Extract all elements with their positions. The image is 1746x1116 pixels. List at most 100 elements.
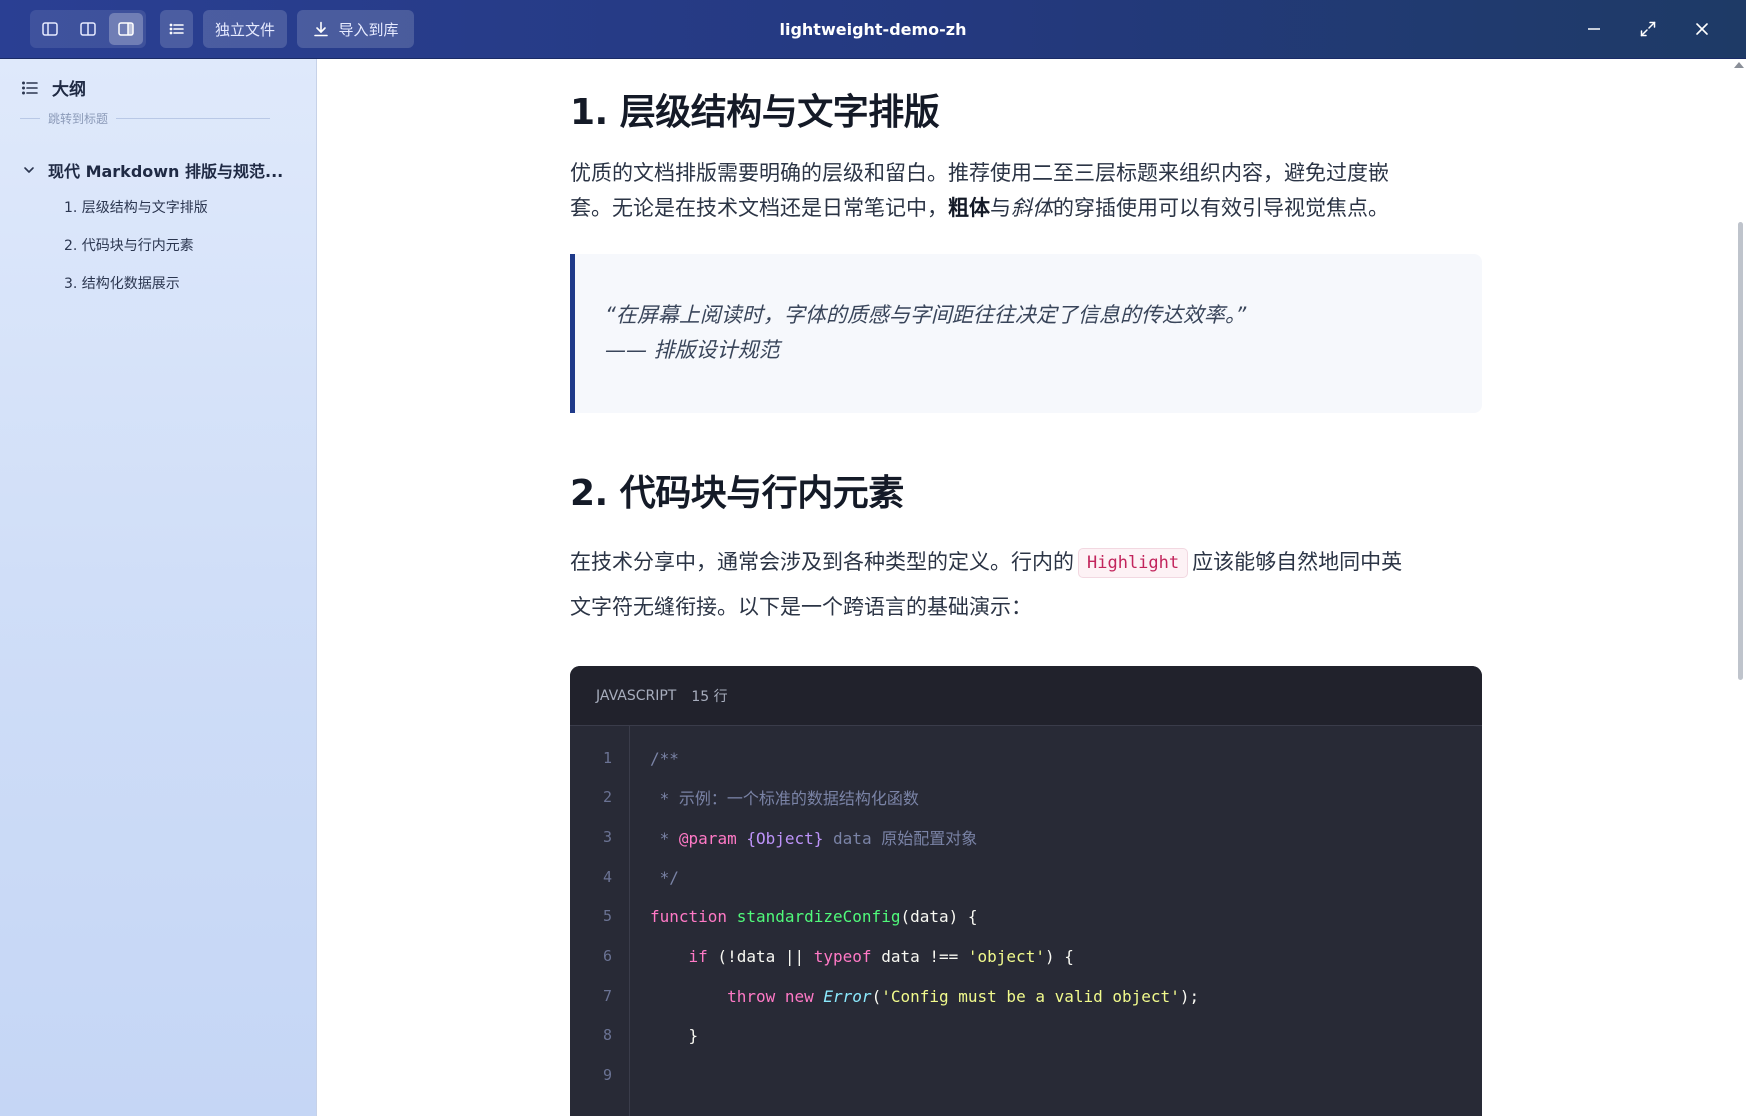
minimize-icon <box>1588 28 1600 30</box>
line-number: 8 <box>602 1026 612 1044</box>
code-line: 1 /** <box>570 741 1482 775</box>
code-token: ( <box>871 986 882 1006</box>
outline-root-label: 现代 Markdown 排版与规范... <box>48 162 284 181</box>
outline-item-1[interactable]: 1. 层级结构与文字排版 <box>64 195 208 219</box>
paragraph-line: 优质的文档排版需要明确的层级和留白。推荐使用二至三层标题来组织内容，避免过度嵌 <box>570 161 1389 185</box>
code-text: function standardizeConfig(data) { <box>650 907 978 926</box>
code-line: 8 } <box>570 1018 1482 1052</box>
import-to-library-button[interactable]: 导入到库 <box>297 10 414 48</box>
divider-line <box>116 117 270 119</box>
paragraph-line: 在技术分享中，通常会涉及到各种类型的定义。行内的 Highlight 应该能够自然地… <box>570 540 1490 585</box>
document-content: 1. 层级结构与文字排版 优质的文档排版需要明确的层级和留白。推荐使用二至三层标… <box>318 59 1728 1116</box>
line-number: 9 <box>602 1066 612 1084</box>
text-span: 与 <box>990 196 1011 220</box>
code-token: throw <box>727 986 776 1006</box>
line-number: 1 <box>602 749 612 767</box>
text-span: 套。无论是在技术文档还是日常笔记中， <box>570 196 948 220</box>
sidebar-left-icon <box>42 22 58 36</box>
code-token: data !== <box>871 946 968 966</box>
code-line: 6 if (!data || typeof data !== 'object')… <box>570 939 1482 973</box>
paragraph-line: 套。无论是在技术文档还是日常笔记中，粗体与斜体的穿插使用可以有效引导视觉焦点。 <box>570 191 1490 226</box>
paragraph-line: 文字符无缝衔接。以下是一个跨语言的基础演示： <box>570 595 1032 619</box>
list-icon <box>169 23 184 35</box>
code-token: new <box>775 986 814 1006</box>
line-number: 4 <box>602 868 612 886</box>
code-line: 9 <box>570 1058 1482 1092</box>
code-text: * @param {Object} data 原始配置对象 <box>650 825 978 849</box>
scrollbar-thumb[interactable] <box>1738 222 1743 680</box>
text-span: 的穿插使用可以有效引导视觉焦点。 <box>1053 196 1389 220</box>
code-line: 7 throw new Error('Config must be a vali… <box>570 979 1482 1013</box>
code-block-header: JAVASCRIPT 15 行 <box>570 666 1482 726</box>
code-token: (!data || <box>707 946 814 966</box>
outline-sidebar: 大纲 跳转到标题 现代 Markdown 排版与规范... 1. 层级结构与文字… <box>0 59 317 1116</box>
standalone-file-label: 独立文件 <box>215 20 276 39</box>
layout-toggle-group <box>30 10 146 48</box>
section-2-heading: 2. 代码块与行内元素 <box>570 473 904 514</box>
blockquote-text: “在屏幕上阅读时，字体的质感与字间距往往决定了信息的传达效率。” —— 排版设计… <box>605 298 1246 368</box>
code-token: * <box>650 829 679 848</box>
outline-title: 大纲 <box>52 80 86 100</box>
code-block: JAVASCRIPT 15 行 1 /** 2 * 示例：一个标准的数据结构化函… <box>570 666 1482 1116</box>
inline-code: Highlight <box>1078 548 1189 578</box>
layout-left-panel-button[interactable] <box>33 13 67 45</box>
outline-toggle-button[interactable] <box>160 10 193 48</box>
jump-to-heading-divider: 跳转到标题 <box>20 110 270 126</box>
code-token: 'Config must be a valid object' <box>881 986 1180 1006</box>
code-text: * 示例：一个标准的数据结构化函数 <box>650 789 919 808</box>
outline-item-2[interactable]: 2. 代码块与行内元素 <box>64 233 194 257</box>
code-line: 2 * 示例：一个标准的数据结构化函数 <box>570 780 1482 814</box>
code-text: throw new Error('Config must be a valid … <box>650 987 1199 1006</box>
italic-text: 斜体 <box>1011 196 1053 220</box>
code-text: */ <box>650 867 679 887</box>
blockquote: “在屏幕上阅读时，字体的质感与字间距往往决定了信息的传达效率。” —— 排版设计… <box>570 254 1482 413</box>
list-icon <box>21 81 38 95</box>
code-token: 'object' <box>967 946 1045 966</box>
section-1-heading: 1. 层级结构与文字排版 <box>570 92 940 133</box>
code-line: 4 */ <box>570 860 1482 894</box>
code-token: data 原始配置对象 <box>823 829 978 848</box>
download-icon <box>314 21 329 37</box>
title-bar: 独立文件 导入到库 lightweight-demo-zh <box>0 0 1746 59</box>
maximize-button[interactable] <box>1632 14 1664 44</box>
split-view-icon <box>80 22 96 36</box>
close-button[interactable] <box>1686 14 1718 44</box>
line-number: 7 <box>602 987 612 1005</box>
line-number: 3 <box>602 828 612 846</box>
code-text: if (!data || typeof data !== 'object') { <box>650 947 1074 966</box>
code-token: ) { <box>1044 946 1074 966</box>
layout-right-panel-button[interactable] <box>109 13 143 45</box>
jump-to-heading-label: 跳转到标题 <box>48 111 109 126</box>
quote-attribution: —— 排版设计规范 <box>605 338 780 362</box>
code-line-count: 15 行 <box>691 688 728 705</box>
text-span: 在技术分享中，通常会涉及到各种类型的定义。行内的 <box>570 550 1074 574</box>
code-token: typeof <box>813 946 872 966</box>
code-token: standardizeConfig <box>727 906 901 926</box>
outline-header: 大纲 <box>20 75 86 100</box>
line-number: 2 <box>602 788 612 806</box>
code-text: } <box>650 1025 699 1045</box>
layout-split-button[interactable] <box>71 13 105 45</box>
code-language-label: JAVASCRIPT <box>596 687 677 704</box>
code-line: 3 * @param {Object} data 原始配置对象 <box>570 820 1482 854</box>
sidebar-right-icon <box>118 22 134 36</box>
code-token: function <box>650 906 728 926</box>
import-label: 导入到库 <box>338 20 399 39</box>
outline-root-item[interactable]: 现代 Markdown 排版与规范... <box>22 155 302 185</box>
code-token: if <box>688 946 708 966</box>
divider-line <box>20 117 40 119</box>
code-line: 5 function standardizeConfig(data) { <box>570 899 1482 933</box>
expand-icon <box>1640 21 1656 37</box>
minimize-button[interactable] <box>1578 14 1610 44</box>
code-token: {Object} <box>736 829 824 848</box>
section-1-paragraph: 优质的文档排版需要明确的层级和留白。推荐使用二至三层标题来组织内容，避免过度嵌 … <box>570 156 1490 226</box>
line-number: 5 <box>602 907 612 925</box>
scroll-up-arrow-icon[interactable] <box>1734 62 1744 68</box>
close-icon <box>1696 23 1708 35</box>
outline-item-3[interactable]: 3. 结构化数据展示 <box>64 271 180 295</box>
standalone-file-button[interactable]: 独立文件 <box>203 10 287 48</box>
line-number: 6 <box>602 947 612 965</box>
quote-line: “在屏幕上阅读时，字体的质感与字间距往往决定了信息的传达效率。” <box>605 303 1247 327</box>
